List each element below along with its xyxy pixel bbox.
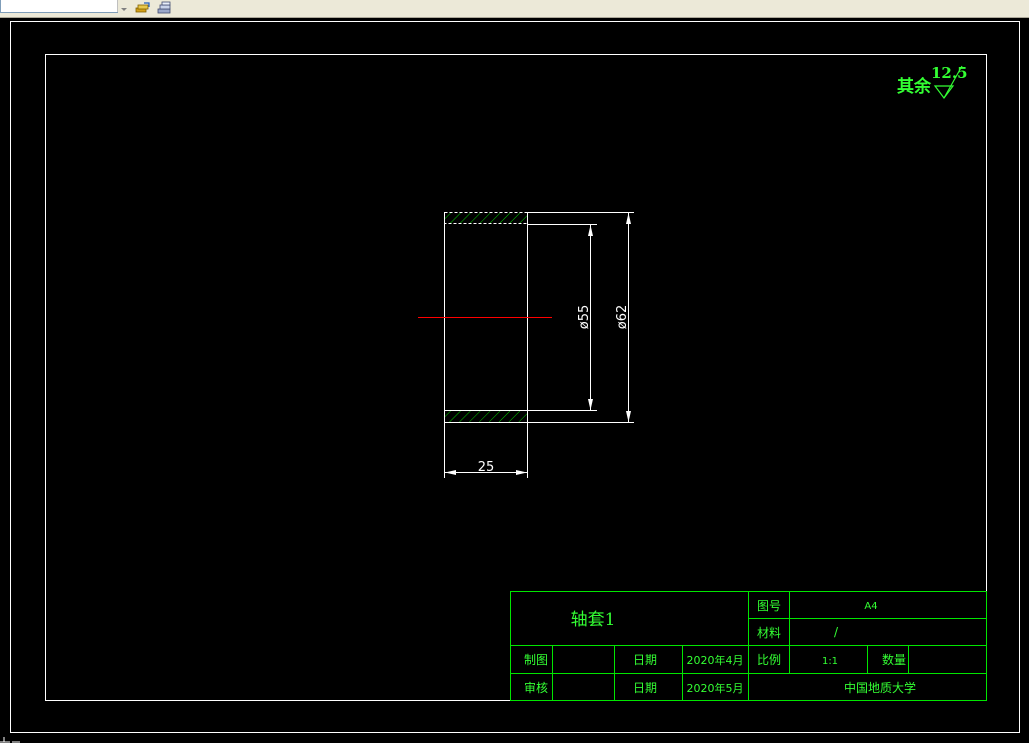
- date-value-1: 2020年4月: [687, 653, 744, 667]
- drawing-no-value: A4: [864, 601, 877, 612]
- layer-previous-icon[interactable]: [155, 0, 173, 14]
- scale-label: 比例: [757, 653, 781, 667]
- scale-value: 1:1: [822, 656, 838, 667]
- part-name: 轴套1: [571, 610, 616, 630]
- hatch-bottom: [444, 410, 528, 422]
- drawing-no-label: 图号: [757, 599, 781, 613]
- roughness-prefix: 其余: [897, 76, 932, 97]
- layer-combo-dropdown[interactable]: [117, 0, 130, 12]
- dim-outer-diameter-text: ø62: [615, 305, 630, 330]
- material-label: 材料: [757, 626, 781, 640]
- dimension-length[interactable]: 25: [444, 422, 528, 478]
- layer-combo[interactable]: [0, 0, 118, 13]
- hatch-top: [444, 212, 528, 224]
- date-value-2: 2020年5月: [687, 681, 744, 695]
- quantity-label: 数量: [882, 652, 906, 667]
- organization: 中国地质大学: [844, 680, 916, 695]
- drawing-canvas[interactable]: 其余 12.5 ø55 ø62 25 轴套1 图号 A4 材料 / 制图 日期 …: [0, 17, 1029, 743]
- dim-inner-diameter-text: ø55: [577, 305, 592, 330]
- date-label-1: 日期: [633, 653, 657, 667]
- layer-states-icon[interactable]: [134, 0, 152, 14]
- dim-length-text: 25: [478, 460, 495, 475]
- drafter-label: 制图: [524, 653, 548, 667]
- viewport-frame: [10, 21, 1020, 733]
- drawing-border: [45, 54, 987, 701]
- toolbar-strip: [0, 0, 1029, 18]
- ucs-icon-fragment: [0, 737, 20, 743]
- chevron-down-icon: [121, 8, 127, 11]
- material-value: /: [834, 625, 839, 639]
- date-label-2: 日期: [633, 681, 657, 695]
- title-block[interactable]: 轴套1 图号 A4 材料 / 制图 日期 2020年4月 比例 1:1 数量 审…: [510, 591, 987, 701]
- checker-label: 审核: [524, 680, 548, 695]
- roughness-note: 其余 12.5: [897, 64, 968, 99]
